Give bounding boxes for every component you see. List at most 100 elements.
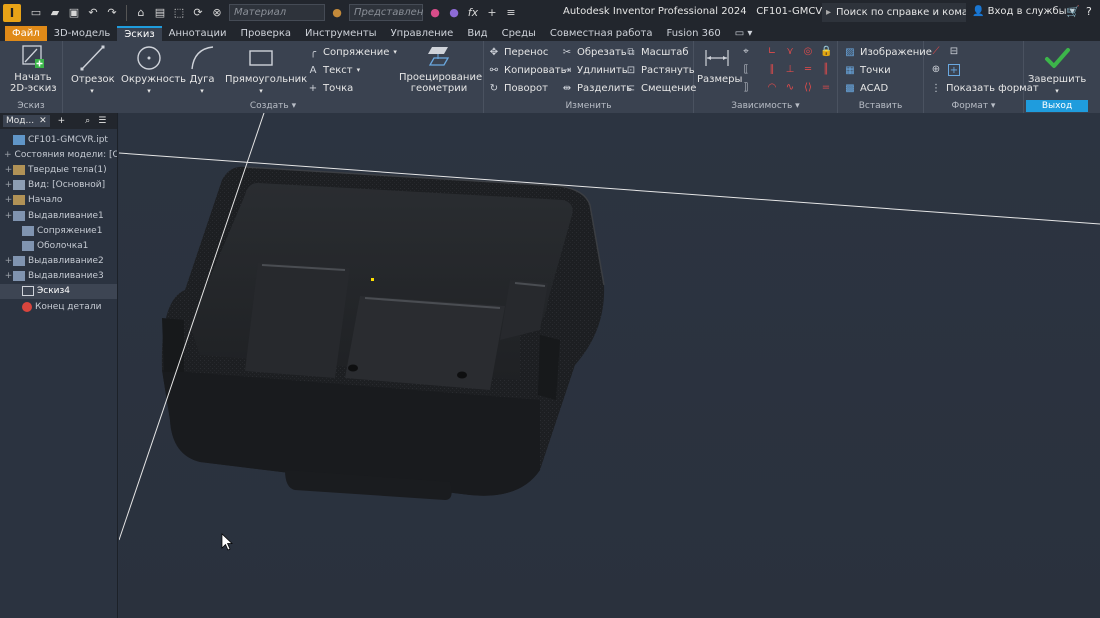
browser-tab-model[interactable]: Мод... ✕ (3, 115, 50, 127)
driven-dimension-icon[interactable]: + (948, 64, 960, 76)
tree-item[interactable]: + Выдавливание2 (0, 254, 117, 269)
constrain-panel-label[interactable]: Зависимость ▾ (694, 100, 837, 112)
tangent-icon[interactable]: ◠ (766, 82, 778, 94)
create-panel-label[interactable]: Создать ▾ (63, 100, 483, 112)
add-icon[interactable]: + (485, 6, 499, 20)
inventor-logo-icon[interactable]: I (3, 3, 21, 22)
tree-item[interactable]: Сопряжение1 (0, 223, 117, 238)
tab-3d-model[interactable]: 3D-модель (47, 26, 118, 41)
tab-view[interactable]: Вид (460, 26, 494, 41)
insert-image-button[interactable]: ▨ Изображение (844, 44, 932, 60)
scale-button[interactable]: ⧉ Масштаб (625, 44, 688, 60)
constraint-settings-icon[interactable]: ⟧ (740, 82, 752, 94)
appearance-dropdown[interactable]: Представлен (349, 4, 423, 21)
tab-fusion-360[interactable]: Fusion 360 (659, 26, 727, 41)
expand-icon[interactable]: + (4, 211, 13, 221)
tree-item[interactable]: + Выдавливание1 (0, 208, 117, 223)
line-button[interactable]: Отрезок ▾ (71, 44, 115, 96)
auto-dimension-icon[interactable]: ⌖ (740, 46, 752, 58)
appearance-icon[interactable]: ● (330, 6, 344, 20)
tab-annotations[interactable]: Аннотации (162, 26, 234, 41)
project-geometry-button[interactable]: Проецирование геометрии (399, 44, 482, 94)
insert-points-button[interactable]: ▦ Точки (844, 62, 890, 78)
clear-appearance-icon[interactable]: ● (447, 6, 461, 20)
coincident-icon[interactable]: ∟ (766, 46, 778, 58)
rectangle-button[interactable]: Прямоугольник ▾ (225, 44, 307, 96)
expand-icon[interactable]: + (4, 165, 13, 175)
dimension-button[interactable]: Размеры (697, 44, 742, 85)
color-override-icon[interactable]: ● (428, 6, 442, 20)
help-icon[interactable]: ? (1086, 5, 1092, 18)
move-button[interactable]: ✥ Перенос (488, 44, 549, 60)
open-file-icon[interactable]: ▰ (48, 6, 62, 20)
text-button[interactable]: A Текст ▾ (307, 62, 361, 78)
vertical-icon[interactable]: ║ (820, 64, 832, 76)
project-icon[interactable]: ▤ (153, 6, 167, 20)
perpendicular-icon[interactable]: ⊥ (784, 64, 796, 76)
redo-icon[interactable]: ↷ (105, 6, 119, 20)
smooth-icon[interactable]: ∿ (784, 82, 796, 94)
tree-item[interactable]: + Вид: [Основной] (0, 178, 117, 193)
tab-sketch[interactable]: Эскиз (117, 26, 162, 41)
tree-item[interactable]: + Начало (0, 193, 117, 208)
cart-icon[interactable]: 🛒 (1066, 5, 1080, 18)
mount-hole[interactable] (348, 364, 358, 372)
menu-icon[interactable]: ☰ (98, 116, 106, 126)
tree-item[interactable]: CF101-GMCVR.ipt (0, 132, 117, 147)
tree-item[interactable]: + Твердые тела(1) (0, 162, 117, 177)
customize-icon[interactable]: ≡ (504, 6, 518, 20)
centerline-icon[interactable]: ⊟ (948, 46, 960, 58)
function-icon[interactable]: fx (466, 6, 480, 20)
tree-item[interactable]: Эскиз4 (0, 283, 117, 300)
tree-item[interactable]: + Состояния модели: [О (0, 147, 117, 162)
format-panel-label[interactable]: Формат ▾ (924, 100, 1023, 112)
expand-icon[interactable]: + (4, 256, 13, 266)
construction-icon[interactable]: ⟋ (930, 46, 942, 58)
tab-file[interactable]: Файл (5, 26, 47, 41)
tab-manage[interactable]: Управление (384, 26, 461, 41)
horizontal-icon[interactable]: ═ (802, 64, 814, 76)
symmetric-icon[interactable]: ⟨⟩ (802, 82, 814, 94)
select-icon[interactable]: ⬚ (172, 6, 186, 20)
trim-button[interactable]: ✂ Обрезать (561, 44, 627, 60)
graphics-viewport[interactable] (119, 113, 1100, 618)
concentric-icon[interactable]: ◎ (802, 46, 814, 58)
add-tab-icon[interactable]: + (58, 116, 66, 126)
finish-sketch-button[interactable]: Завершить ▾ (1028, 44, 1086, 96)
rotate-button[interactable]: ↻ Поворот (488, 80, 548, 96)
tab-environments[interactable]: Среды (495, 26, 543, 41)
start-2d-sketch-button[interactable]: Начать 2D-эскиз (10, 44, 57, 94)
close-icon[interactable]: ✕ (39, 116, 47, 126)
arc-button[interactable]: Дуга ▾ (187, 44, 217, 96)
undo-icon[interactable]: ↶ (86, 6, 100, 20)
equal-icon[interactable]: = (820, 82, 832, 94)
show-constraints-icon[interactable]: ⟦ (740, 64, 752, 76)
new-file-icon[interactable]: ▭ (29, 6, 43, 20)
tree-item[interactable]: + Выдавливание3 (0, 269, 117, 284)
stretch-button[interactable]: ⊡ Растянуть (625, 62, 695, 78)
ribbon-options-icon[interactable]: ▭ ▾ (728, 26, 760, 41)
expand-icon[interactable]: + (4, 195, 13, 205)
collinear-icon[interactable]: ⋎ (784, 46, 796, 58)
tree-item[interactable]: Конец детали (0, 299, 117, 314)
center-point-icon[interactable]: ⊕ (930, 64, 942, 76)
tab-inspect[interactable]: Проверка (233, 26, 298, 41)
home-icon[interactable]: ⌂ (134, 6, 148, 20)
tab-collaborate[interactable]: Совместная работа (543, 26, 660, 41)
show-format-button[interactable]: ⋮ Показать формат (930, 80, 1039, 96)
tree-item[interactable]: Оболочка1 (0, 238, 117, 253)
save-icon[interactable]: ▣ (67, 6, 81, 20)
extend-button[interactable]: ⇥ Удлинить (561, 62, 628, 78)
help-search-input[interactable]: ▸ Поиск по справке и командам. (822, 3, 966, 22)
fillet-button[interactable]: ╭ Сопряжение ▾ (307, 44, 397, 60)
tab-tools[interactable]: Инструменты (298, 26, 384, 41)
point-button[interactable]: + Точка (307, 80, 354, 96)
update-icon[interactable]: ⟳ (191, 6, 205, 20)
measure-icon[interactable]: ⊗ (210, 6, 224, 20)
mount-hole[interactable] (457, 371, 467, 379)
circle-button[interactable]: Окружность ▾ (121, 44, 186, 96)
parallel-icon[interactable]: ∥ (766, 64, 778, 76)
sketch-origin-point[interactable] (371, 278, 374, 281)
insert-acad-button[interactable]: ▩ ACAD (844, 80, 888, 96)
expand-icon[interactable]: + (4, 150, 12, 160)
